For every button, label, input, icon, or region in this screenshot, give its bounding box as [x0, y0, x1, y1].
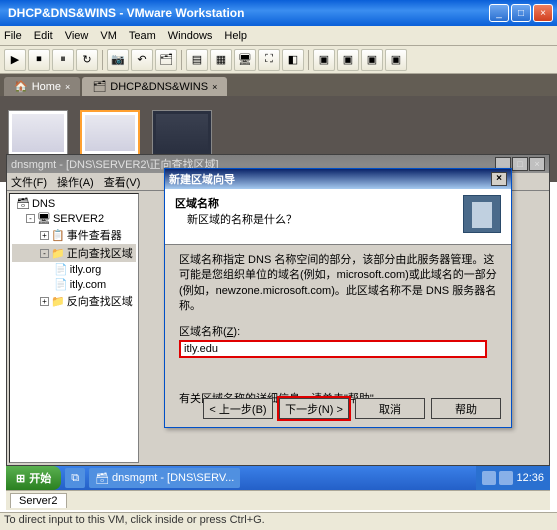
wizard-description: 区域名称指定 DNS 名称空间的部分，该部分由此服务器管理。这可能是您组织单位的…	[179, 253, 497, 315]
menu-windows[interactable]: Windows	[168, 30, 213, 42]
start-button[interactable]: ⊞ 开始	[6, 466, 61, 490]
vmtab-server2[interactable]: Server2	[10, 493, 67, 508]
close-button[interactable]: ×	[529, 157, 545, 171]
maximize-button[interactable]: □	[511, 4, 531, 22]
tree-forward-zones[interactable]: - 📁 正向查找区域	[12, 244, 136, 262]
tool-icon[interactable]: ▣	[361, 49, 383, 71]
tab-home[interactable]: 🏠 Home ×	[4, 77, 80, 96]
summary-icon[interactable]: ▦	[210, 49, 232, 71]
menu-team[interactable]: Team	[129, 30, 156, 42]
zone-name-input[interactable]	[179, 340, 487, 358]
sidebar-icon[interactable]: ▤	[186, 49, 208, 71]
wizard-heading: 区域名称	[175, 195, 463, 211]
wizard-header: 区域名称 新区域的名称是什么？	[165, 189, 511, 245]
wizard-titlebar: 新建区域向导 ×	[165, 169, 511, 189]
clock: 12:36	[516, 472, 544, 484]
reset-icon[interactable]: ↻	[76, 49, 98, 71]
tray-icon[interactable]	[482, 471, 496, 485]
separator	[181, 50, 182, 70]
wizard-icon	[463, 195, 501, 233]
back-button[interactable]: < 上一步(B)	[203, 398, 273, 419]
task-dnsmgmt[interactable]: 🗃 dnsmgmt - [DNS\SERV...	[89, 468, 240, 488]
wizard-title: 新建区域向导	[169, 171, 491, 187]
dns-tree[interactable]: 🗃 DNS - 🖥 SERVER2 + 📋 事件查看器 - 📁 正向查找区域 📄…	[9, 193, 139, 463]
separator	[308, 50, 309, 70]
tab-active[interactable]: 🗂 DHCP&DNS&WINS ×	[82, 77, 227, 96]
wizard-subheading: 新区域的名称是什么？	[175, 211, 463, 227]
power-on-icon[interactable]: ▶	[4, 49, 26, 71]
vm-tabbar: 🏠 Home × 🗂 DHCP&DNS&WINS ×	[0, 74, 557, 96]
tree-reverse-zones[interactable]: + 📁 反向查找区域	[12, 292, 136, 310]
close-button[interactable]: ×	[491, 172, 507, 186]
power-off-icon[interactable]: ⏹	[28, 49, 50, 71]
snapshot-icon[interactable]: 📷	[107, 49, 129, 71]
tree-root[interactable]: 🗃 DNS	[12, 196, 136, 211]
console-icon[interactable]: 🖥	[234, 49, 256, 71]
tool-icon[interactable]: ▣	[385, 49, 407, 71]
menu-help[interactable]: Help	[224, 30, 247, 42]
menu-edit[interactable]: Edit	[34, 30, 53, 42]
host-title: DHCP&DNS&WINS - VMware Workstation	[4, 6, 487, 20]
revert-icon[interactable]: ↶	[131, 49, 153, 71]
guest-taskbar: ⊞ 开始 ⧉ 🗃 dnsmgmt - [DNS\SERV... 12:36	[6, 466, 550, 490]
host-statusbar: To direct input to this VM, click inside…	[0, 512, 557, 530]
menu-view[interactable]: 查看(V)	[104, 174, 141, 190]
minimize-button[interactable]: _	[489, 4, 509, 22]
tree-server[interactable]: - 🖥 SERVER2	[12, 211, 136, 226]
next-button[interactable]: 下一步(N) >	[279, 398, 349, 419]
tree-zone[interactable]: 📄 itly.com	[12, 277, 136, 292]
vm-bottom-tabs: Server2	[6, 490, 550, 510]
maximize-button[interactable]: □	[512, 157, 528, 171]
menu-file[interactable]: 文件(F)	[11, 174, 47, 190]
task-item[interactable]: ⧉	[65, 468, 85, 488]
tool-icon[interactable]: ▣	[337, 49, 359, 71]
cancel-button[interactable]: 取消	[355, 398, 425, 419]
help-button[interactable]: 帮助	[431, 398, 501, 419]
menu-vm[interactable]: VM	[100, 30, 117, 42]
menu-view[interactable]: View	[65, 30, 89, 42]
host-titlebar: DHCP&DNS&WINS - VMware Workstation _ □ ×	[0, 0, 557, 26]
manager-icon[interactable]: 🗂	[155, 49, 177, 71]
tree-zone[interactable]: 📄 itly.org	[12, 262, 136, 277]
close-icon[interactable]: ×	[212, 82, 217, 92]
unity-icon[interactable]: ◧	[282, 49, 304, 71]
close-icon[interactable]: ×	[65, 82, 70, 92]
tool-icon[interactable]: ▣	[313, 49, 335, 71]
close-button[interactable]: ×	[533, 4, 553, 22]
host-toolbar: ▶ ⏹ ⏸ ↻ 📷 ↶ 🗂 ▤ ▦ 🖥 ⛶ ◧ ▣ ▣ ▣ ▣	[0, 46, 557, 74]
new-zone-wizard: 新建区域向导 × 区域名称 新区域的名称是什么？ 区域名称指定 DNS 名称空间…	[164, 168, 512, 428]
menu-action[interactable]: 操作(A)	[57, 174, 94, 190]
wizard-body: 区域名称指定 DNS 名称空间的部分，该部分由此服务器管理。这可能是您组织单位的…	[165, 245, 511, 415]
tray-icon[interactable]	[499, 471, 513, 485]
tree-events[interactable]: + 📋 事件查看器	[12, 226, 136, 244]
system-tray[interactable]: 12:36	[476, 466, 550, 490]
menu-file[interactable]: File	[4, 30, 22, 42]
separator	[102, 50, 103, 70]
zone-name-label: 区域名称(Z):	[179, 325, 497, 340]
suspend-icon[interactable]: ⏸	[52, 49, 74, 71]
wizard-buttons: < 上一步(B) 下一步(N) > 取消 帮助	[203, 398, 501, 419]
host-menubar: File Edit View VM Team Windows Help	[0, 26, 557, 46]
fullscreen-icon[interactable]: ⛶	[258, 49, 280, 71]
